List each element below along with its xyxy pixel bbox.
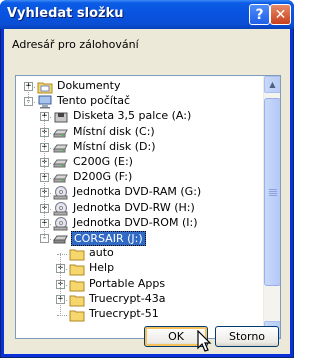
tree-guide-line	[44, 116, 45, 238]
tree-item-label: Disketa 3,5 palce (A:)	[73, 109, 192, 123]
tree-item[interactable]: auto	[16, 246, 265, 262]
window-title: Vyhledat složku	[7, 6, 124, 21]
tree-item[interactable]: - Tento počítač	[16, 94, 265, 110]
tree-item[interactable]: Truecrypt-51	[16, 307, 265, 323]
folder-tree[interactable]: + Dokumenty - Tento počítač + Disketa 3,5 pal…	[15, 75, 281, 339]
dialog-description: Adresář pro zálohování	[12, 38, 139, 51]
folder-icon	[69, 308, 85, 322]
scroll-grip	[269, 189, 277, 190]
cancel-button[interactable]: Storno	[215, 326, 279, 347]
tree-item-label: C200G (E:)	[73, 155, 133, 168]
dvd-drive-icon	[53, 216, 69, 231]
tree-item[interactable]: + C200G (E:)	[16, 155, 265, 171]
scroll-thumb[interactable]	[264, 98, 280, 286]
tree-item-label: Jednotka DVD-RW (H:)	[73, 200, 195, 214]
tree-item[interactable]: + Jednotka DVD-ROM (I:)	[16, 216, 265, 232]
help-icon: ?	[255, 6, 264, 23]
folder-icon	[69, 247, 85, 261]
tree-item-label: Místní disk (D:)	[73, 139, 156, 153]
folder-tree-content: + Dokumenty - Tento počítač + Disketa 3,5 pal…	[16, 76, 265, 338]
computer-icon	[37, 95, 53, 109]
tree-item-label: Portable Apps	[89, 276, 166, 290]
documents-folder-icon	[37, 80, 53, 94]
tree-item-label: D200G (F:)	[73, 170, 133, 184]
tree-item-label: Tento počítač	[57, 94, 131, 108]
tree-item[interactable]: + D200G (F:)	[16, 170, 265, 186]
scroll-grip	[269, 193, 277, 194]
tree-item[interactable]: + Disketa 3,5 palce (A:)	[16, 109, 265, 125]
scroll-up-button[interactable]: ▲	[264, 76, 280, 93]
tree-item[interactable]: + Místní disk (C:)	[16, 125, 265, 141]
tree-connector	[57, 315, 67, 316]
chevron-up-icon: ▲	[269, 80, 276, 89]
tree-connector	[57, 254, 67, 256]
tree-item-label: Jednotka DVD-RAM (G:)	[73, 185, 202, 199]
tree-item[interactable]: + Dokumenty	[16, 79, 265, 95]
tree-item[interactable]: + Help	[16, 261, 265, 277]
scroll-grip	[269, 195, 277, 196]
scroll-grip	[269, 191, 277, 192]
tree-item-label: Help	[89, 261, 115, 275]
tree-guide-line	[60, 253, 61, 314]
dvd-drive-icon	[53, 201, 69, 216]
removable-drive-icon	[53, 232, 69, 246]
tree-item-label: Dokumenty	[57, 79, 121, 92]
tree-item[interactable]: - CORSAIR (J:)	[16, 231, 265, 247]
folder-icon	[69, 262, 85, 276]
tree-item-label: Místní disk (C:)	[73, 124, 155, 138]
dialog-body: Adresář pro zálohování + Dokumenty - Tento …	[4, 29, 290, 354]
title-bar[interactable]: Vyhledat složku ? ✕	[0, 0, 294, 29]
hard-drive-icon	[53, 171, 69, 185]
tree-guide-line	[28, 86, 29, 104]
floppy-drive-icon	[53, 110, 69, 124]
hard-drive-icon	[53, 141, 69, 155]
dvd-drive-icon	[53, 186, 69, 200]
tree-vertical-scrollbar[interactable]: ▲ ▼	[263, 76, 280, 338]
close-button[interactable]: ✕	[270, 4, 291, 25]
close-icon: ✕	[274, 6, 287, 23]
folder-browser-dialog: Vyhledat složku ? ✕ Adresář pro zálohová…	[0, 0, 294, 358]
folder-icon	[69, 293, 85, 307]
tree-item[interactable]: + Místní disk (D:)	[16, 140, 265, 156]
tree-item-label: Truecrypt-43a	[89, 291, 166, 305]
hard-drive-icon	[53, 126, 69, 140]
tree-item-label: Truecrypt-51	[89, 307, 159, 320]
tree-item-label: auto	[89, 246, 114, 260]
tree-item[interactable]: + Jednotka DVD-RAM (G:)	[16, 185, 265, 201]
tree-item[interactable]: + Jednotka DVD-RW (H:)	[16, 201, 265, 217]
tree-item[interactable]: + Portable Apps	[16, 277, 265, 293]
folder-icon	[69, 278, 85, 292]
tree-item-label: Jednotka DVD-ROM (I:)	[73, 215, 198, 229]
help-button[interactable]: ?	[249, 4, 270, 25]
tree-item[interactable]: + Truecrypt-43a	[16, 292, 265, 308]
hard-drive-icon	[53, 156, 69, 170]
tree-item-label: CORSAIR (J:)	[71, 231, 146, 246]
mouse-cursor-icon	[197, 330, 212, 352]
